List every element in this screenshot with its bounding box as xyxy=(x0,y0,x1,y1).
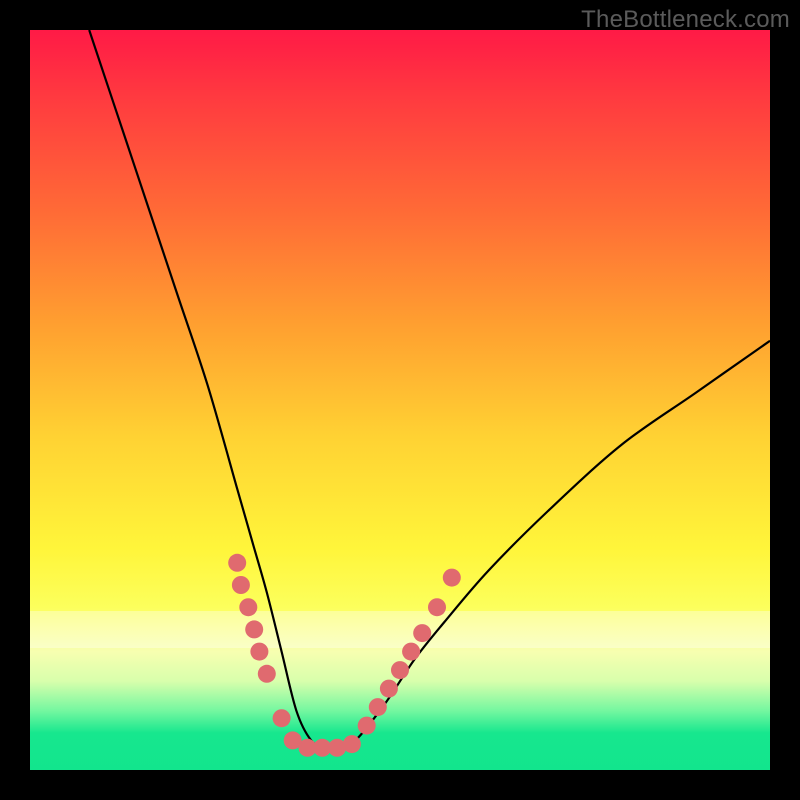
data-marker xyxy=(402,643,420,661)
data-markers-group xyxy=(228,554,461,757)
data-marker xyxy=(258,665,276,683)
data-marker xyxy=(413,624,431,642)
chart-svg xyxy=(30,30,770,770)
data-marker xyxy=(358,717,376,735)
data-marker xyxy=(428,598,446,616)
data-marker xyxy=(245,620,263,638)
data-marker xyxy=(228,554,246,572)
data-marker xyxy=(232,576,250,594)
data-marker xyxy=(443,569,461,587)
data-marker xyxy=(239,598,257,616)
chart-plot-area xyxy=(30,30,770,770)
data-marker xyxy=(369,698,387,716)
data-marker xyxy=(391,661,409,679)
bottleneck-curve xyxy=(89,30,770,749)
data-marker xyxy=(380,680,398,698)
data-marker xyxy=(250,643,268,661)
data-marker xyxy=(273,709,291,727)
data-marker xyxy=(343,735,361,753)
